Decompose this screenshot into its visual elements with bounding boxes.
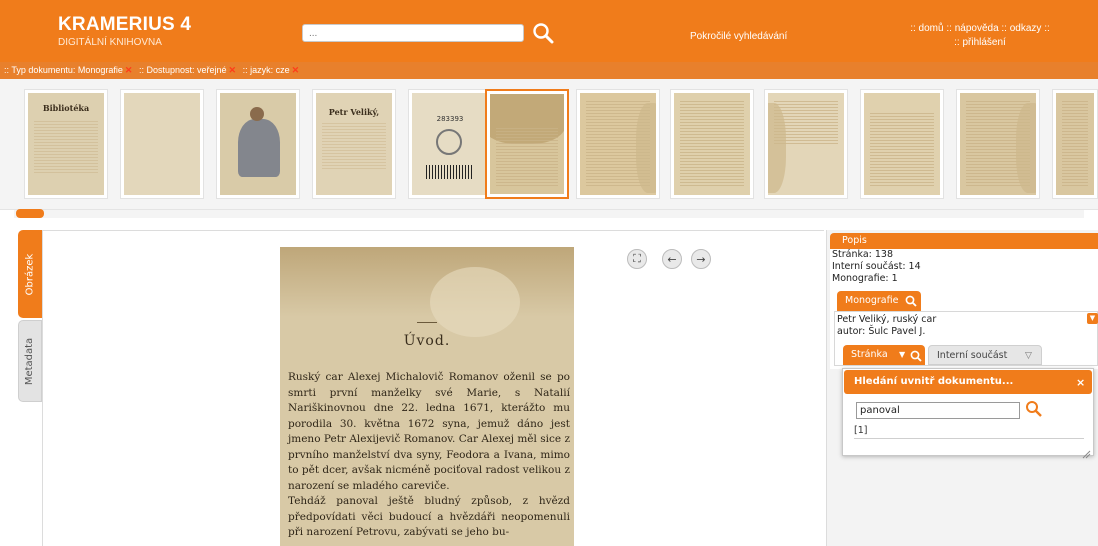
thumbnail-page[interactable] xyxy=(120,89,204,199)
advanced-search-link[interactable]: Pokročilé vyhledávání xyxy=(690,31,787,42)
app-subtitle: DIGITÁLNÍ KNIHOVNA xyxy=(58,37,162,48)
thumbnail-library-stamp[interactable]: 283393 xyxy=(408,89,492,199)
arrow-right-icon: → xyxy=(696,252,706,266)
document-search-input[interactable]: panoval xyxy=(856,402,1020,419)
thumbnail-page[interactable] xyxy=(576,89,660,199)
links-link[interactable]: :: odkazy :: xyxy=(1001,23,1049,34)
filter-availability: :: Dostupnost: veřejné xyxy=(138,65,227,75)
remove-filter-icon[interactable]: ✕ xyxy=(125,65,133,75)
thumbnail-illustration[interactable] xyxy=(216,89,300,199)
filter-bar: :: Typ dokumentu: Monografie ✕ :: Dostupn… xyxy=(0,62,1098,79)
tab-internal-part[interactable]: Interní součást ▽ xyxy=(928,345,1042,365)
tab-page-label: Stránka xyxy=(851,349,888,360)
page-ornament xyxy=(417,322,437,323)
monograph-author: autor: Šulc Pavel J. xyxy=(837,326,926,337)
search-icon[interactable] xyxy=(905,295,917,307)
tab-monograph[interactable]: Monografie xyxy=(837,291,921,311)
thumbnail-title-page[interactable]: Petr Veliký, xyxy=(312,89,396,199)
dialog-title[interactable]: Hledání uvnitř dokumentu... xyxy=(844,370,1092,394)
thumbnail-page[interactable] xyxy=(670,89,754,199)
login-link[interactable]: :: přihlášení xyxy=(954,37,1006,48)
help-link[interactable]: :: nápověda xyxy=(946,23,998,34)
tab-internal-part-label: Interní součást xyxy=(937,350,1008,361)
tab-monograph-label: Monografie xyxy=(845,295,899,306)
search-button[interactable] xyxy=(532,22,554,44)
tab-metadata[interactable]: Metadata xyxy=(18,320,42,402)
app-title[interactable]: KRAMERIUS 4 xyxy=(58,14,191,36)
page-number: Stránka: 138 xyxy=(832,249,894,260)
next-page-button[interactable]: → xyxy=(691,249,711,269)
filter-doc-type: :: Typ dokumentu: Monografie xyxy=(4,65,123,75)
description-header: Popis xyxy=(830,233,1098,249)
tab-image-label: Obrázek xyxy=(24,253,36,295)
library-stamp-icon xyxy=(436,129,462,155)
fullscreen-button[interactable]: ⛶ xyxy=(627,249,647,269)
search-icon[interactable] xyxy=(910,350,922,362)
close-icon[interactable]: × xyxy=(1076,376,1085,389)
search-icon xyxy=(1026,401,1042,417)
fullscreen-icon: ⛶ xyxy=(633,252,641,265)
thumbnail-stamp-number: 283393 xyxy=(436,115,464,123)
thumbnail-scrollbar[interactable] xyxy=(14,210,1084,218)
monograph-count: Monografie: 1 xyxy=(832,273,898,284)
tab-metadata-label: Metadata xyxy=(24,337,36,385)
chevron-down-icon: ▼ xyxy=(1089,314,1096,322)
search-icon xyxy=(533,23,554,44)
barcode-icon xyxy=(426,165,474,179)
remove-filter-icon[interactable]: ✕ xyxy=(229,65,237,75)
thumbnail-page[interactable] xyxy=(764,89,848,199)
page-heading: Úvod. xyxy=(403,333,451,349)
top-links: :: domů :: nápověda :: odkazy :: :: přih… xyxy=(880,22,1080,50)
thumbnail-cover-title: Bibliotéka xyxy=(42,103,90,113)
internal-part: Interní součást: 14 xyxy=(832,261,921,272)
thumbnail-strip: Bibliotéka Petr Veliký, 283393 xyxy=(0,79,1098,210)
thumbnail-scrollbar-handle[interactable] xyxy=(16,209,44,218)
remove-filter-icon[interactable]: ✕ xyxy=(292,65,300,75)
arrow-left-icon: ← xyxy=(667,252,677,266)
document-search-button[interactable] xyxy=(1025,400,1043,418)
thumbnail-current-page[interactable] xyxy=(485,89,569,199)
thumbnail-page[interactable] xyxy=(860,89,944,199)
thumbnail-page[interactable] xyxy=(1052,89,1098,199)
search-result-link[interactable]: [1] xyxy=(854,425,1084,439)
thumbnail-page[interactable] xyxy=(956,89,1040,199)
search-input[interactable] xyxy=(302,24,524,42)
monograph-title: Petr Veliký, ruský car xyxy=(837,314,937,325)
chevron-down-icon[interactable]: ▼ xyxy=(899,345,905,365)
page-text: Ruský car Alexej Michalovič Romanov ožen… xyxy=(288,371,570,538)
filter-language: :: jazyk: cze xyxy=(242,65,290,75)
tab-page[interactable]: Stránka ▼ xyxy=(843,345,925,365)
tab-image[interactable]: Obrázek xyxy=(18,230,42,318)
thumbnail-title-text: Petr Veliký, xyxy=(328,107,380,117)
thumbnail-cover[interactable]: Bibliotéka xyxy=(24,89,108,199)
home-link[interactable]: :: domů xyxy=(910,23,943,34)
resize-handle-icon[interactable] xyxy=(1082,444,1091,459)
expand-button[interactable]: ▼ xyxy=(1087,313,1098,324)
previous-page-button[interactable]: ← xyxy=(662,249,682,269)
page-image[interactable]: Úvod. Ruský car Alexej Michalovič Romano… xyxy=(280,247,574,546)
chevron-down-icon[interactable]: ▽ xyxy=(1025,346,1032,366)
